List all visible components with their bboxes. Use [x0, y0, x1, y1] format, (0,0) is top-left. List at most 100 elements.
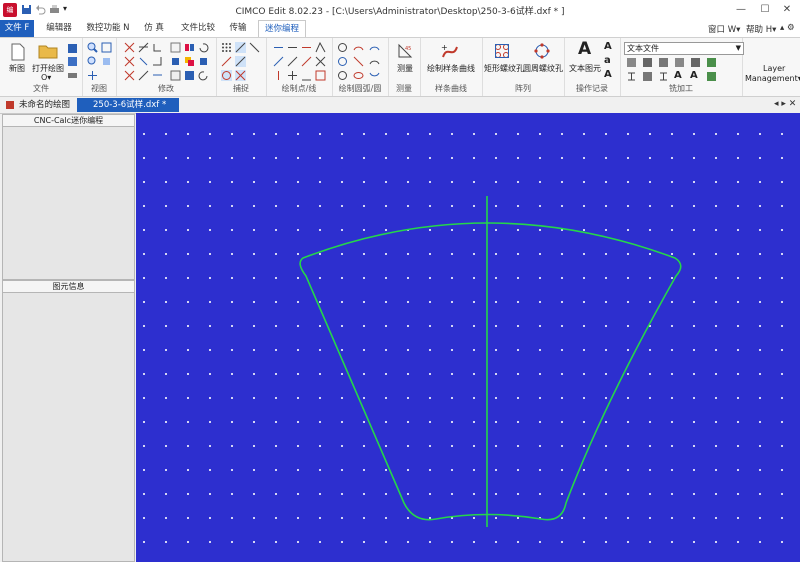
measure-button[interactable]: 测量	[397, 63, 413, 74]
draw-line-icon[interactable]	[287, 42, 298, 53]
zoom-window-icon[interactable]	[101, 42, 112, 53]
tab-file[interactable]: 文件 F	[0, 20, 34, 37]
draw-tangent-arc-icon[interactable]	[369, 56, 380, 67]
text-entity-icon[interactable]: A	[578, 40, 592, 58]
save-file-icon[interactable]	[67, 43, 78, 54]
new-drawing-icon[interactable]	[10, 43, 26, 61]
copy-icon[interactable]	[184, 56, 195, 67]
slot-mill-icon[interactable]	[706, 57, 717, 68]
drill-icon[interactable]	[674, 57, 685, 68]
tab-simulation[interactable]: 仿 真	[140, 20, 168, 37]
draw-vertical-line-icon[interactable]	[273, 70, 284, 81]
text-size-icon[interactable]: A	[604, 69, 615, 80]
maximize-icon[interactable]: ☐	[754, 2, 776, 18]
draw-angled-line-icon[interactable]	[273, 56, 284, 67]
stretch-icon[interactable]	[152, 70, 163, 81]
measure-icon[interactable]: 45	[397, 43, 413, 59]
draw-spline-button[interactable]: 绘制样条曲线	[427, 63, 475, 74]
redo-icon[interactable]	[198, 70, 209, 81]
pocket-mill-icon[interactable]	[642, 57, 653, 68]
snap-center-icon[interactable]	[221, 70, 232, 81]
text-style-icon[interactable]: a	[604, 55, 615, 66]
doc-tab-250-3-6[interactable]: 250-3-6试样.dxf *	[77, 98, 179, 112]
thread-mill-icon[interactable]	[626, 71, 637, 82]
array-copy-icon[interactable]	[170, 70, 181, 81]
save-as-icon[interactable]	[67, 56, 78, 67]
draw-arc-reverse-icon[interactable]	[369, 70, 380, 81]
draw-bisector-icon[interactable]	[315, 56, 326, 67]
zoom-fit-icon[interactable]	[101, 56, 112, 67]
draw-arc-icon[interactable]	[353, 42, 364, 53]
open-options-dropdown[interactable]: O▾	[41, 73, 51, 82]
draw-polyline-icon[interactable]	[315, 42, 326, 53]
toolpath-sim-icon[interactable]	[706, 71, 717, 82]
pan-icon[interactable]	[87, 70, 98, 81]
explode-icon[interactable]	[138, 70, 149, 81]
contour-mill-icon[interactable]	[626, 57, 637, 68]
draw-spline-icon[interactable]: +	[441, 43, 459, 61]
layer-management-button-line2[interactable]: Management▾	[745, 74, 800, 83]
draw-perpendicular-line-icon[interactable]	[287, 70, 298, 81]
tab-scroll-arrows-icon[interactable]: ◂ ▸ ✕	[774, 99, 796, 109]
layer-management-button[interactable]: Layer	[763, 64, 785, 73]
fillet-icon[interactable]	[138, 56, 149, 67]
rect-array-icon[interactable]	[494, 43, 510, 59]
tab-file-compare[interactable]: 文件比较	[178, 20, 218, 37]
close-icon[interactable]: ✕	[776, 2, 798, 18]
chamfer-mill-icon[interactable]	[642, 71, 653, 82]
rotate-icon[interactable]	[198, 42, 209, 53]
move-icon[interactable]	[170, 56, 181, 67]
text-mill-bold-icon[interactable]: A	[690, 70, 701, 81]
text-mill-icon[interactable]: A	[674, 70, 685, 81]
ribbon-settings-icon[interactable]: ▴ ⚙	[780, 23, 795, 33]
draw-fillet-arc-icon[interactable]	[353, 56, 364, 67]
text-bold-icon[interactable]: A	[604, 41, 615, 52]
snap-midpoint-icon[interactable]	[221, 56, 232, 67]
extend-icon[interactable]	[138, 42, 149, 53]
text-entity-button[interactable]: 文本图元	[569, 63, 601, 74]
doc-tab-untitled[interactable]: 未命名的绘图	[3, 98, 87, 112]
draw-ellipse-icon[interactable]	[353, 70, 364, 81]
tab-nc-functions[interactable]: 数控功能 N	[84, 20, 132, 37]
circular-array-icon[interactable]	[534, 43, 550, 59]
snap-intersection-icon[interactable]	[249, 42, 260, 53]
draw-rectangle-icon[interactable]	[315, 70, 326, 81]
drawing-canvas[interactable]	[136, 113, 800, 562]
new-drawing-button[interactable]: 新图	[9, 63, 25, 74]
draw-horizontal-line-icon[interactable]	[301, 42, 312, 53]
zoom-out-icon[interactable]	[87, 56, 98, 67]
open-drawing-icon[interactable]	[38, 43, 58, 59]
circular-array-button[interactable]: 圆周螺纹孔	[523, 63, 563, 74]
break-icon[interactable]	[152, 42, 163, 53]
window-menu[interactable]: 窗口 W▾	[708, 23, 740, 35]
offset-icon[interactable]	[170, 42, 181, 53]
draw-circle-icon[interactable]	[337, 42, 348, 53]
delete-entity-icon[interactable]	[124, 70, 135, 81]
draw-point-icon[interactable]	[273, 42, 284, 53]
draw-arc-3pt-icon[interactable]	[369, 42, 380, 53]
join-icon[interactable]	[152, 56, 163, 67]
chamfer-icon[interactable]	[124, 56, 135, 67]
draw-parallel-line-icon[interactable]	[301, 56, 312, 67]
draw-tangent-line-icon[interactable]	[287, 56, 298, 67]
part-contour[interactable]	[299, 222, 682, 521]
trim-icon[interactable]	[124, 42, 135, 53]
tab-transfer[interactable]: 传输	[226, 20, 250, 37]
scale-icon[interactable]	[198, 56, 209, 67]
zoom-in-icon[interactable]	[87, 42, 98, 53]
draw-tangent-circle-icon[interactable]	[337, 56, 348, 67]
draw-centerline-icon[interactable]	[301, 70, 312, 81]
print-file-icon[interactable]	[67, 69, 78, 80]
snap-endpoint-icon[interactable]	[235, 42, 246, 53]
tab-mini-programming[interactable]: 迷你编程	[258, 20, 306, 38]
snap-nearest-icon[interactable]	[235, 56, 246, 67]
helix-mill-icon[interactable]	[658, 71, 669, 82]
file-type-select[interactable]: 文本文件 ▼	[624, 42, 744, 55]
tab-editor[interactable]: 编辑器	[40, 20, 78, 37]
mirror-icon[interactable]	[184, 42, 195, 53]
help-menu[interactable]: 帮助 H▾	[746, 23, 776, 35]
draw-concentric-circle-icon[interactable]	[337, 70, 348, 81]
snap-grid-icon[interactable]	[221, 42, 232, 53]
rect-array-button[interactable]: 矩形螺纹孔	[484, 63, 524, 74]
minimize-icon[interactable]: —	[730, 2, 752, 18]
